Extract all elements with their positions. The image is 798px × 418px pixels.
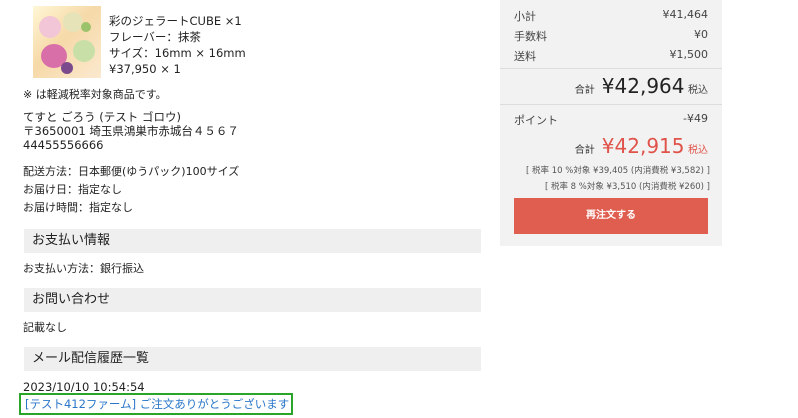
grand-total-row: 合計 ¥42,915 税込 — [514, 134, 708, 164]
mail-history-heading: メール配信履歴一覧 — [24, 347, 481, 371]
shipping-fee-label: 送料 — [514, 50, 536, 63]
grand-total-tax-included: 税込 — [688, 145, 708, 156]
mail-history-link[interactable]: [テスト412ファーム] ご注文ありがとうございます — [19, 393, 293, 415]
inquiry-body: 記載なし — [23, 321, 67, 334]
recipient-address: 〒3650001 埼玉県鴻巣市赤城台４５６７ — [23, 124, 239, 138]
product-name: 彩のジェラートCUBE ×1 — [109, 14, 242, 28]
product-flavor: フレーバー：抹茶 — [109, 30, 201, 44]
grand-total-value: ¥42,915 — [601, 134, 685, 158]
fee-value: ¥0 — [694, 28, 708, 41]
product-size: サイズ：16mm × 16mm — [109, 46, 246, 60]
gelato-scoop-image — [81, 22, 91, 32]
gelato-scoop-image — [73, 40, 95, 62]
fee-label: 手数料 — [514, 30, 547, 43]
product-thumbnail — [33, 6, 101, 78]
payment-section-heading: お支払い情報 — [24, 229, 481, 253]
subtotal-label: 小計 — [514, 10, 536, 23]
points-label: ポイント — [514, 114, 558, 127]
payment-method: お支払い方法：銀行振込 — [23, 262, 144, 275]
inquiry-section-heading: お問い合わせ — [24, 288, 481, 312]
reduced-tax-note: ※ は軽減税率対象商品です。 — [23, 88, 167, 101]
total-row: 合計 ¥42,964 税込 — [514, 72, 708, 102]
subtotal-value: ¥41,464 — [662, 8, 709, 21]
grand-total-label: 合計 — [574, 145, 595, 156]
total-value: ¥42,964 — [601, 74, 685, 98]
delivery-time: お届け時間：指定なし — [23, 201, 133, 214]
gelato-scoop-image — [39, 16, 61, 38]
product-price: ¥37,950 × 1 — [109, 62, 181, 76]
tax10-breakdown: [ 税率 10 %対象 ¥39,405 (内消費税 ¥3,582) ] — [526, 166, 710, 176]
total-label: 合計 — [574, 85, 595, 96]
total-tax-included: 税込 — [688, 85, 708, 96]
summary-divider — [500, 68, 722, 69]
points-value: -¥49 — [683, 112, 708, 125]
recipient-name: てすと ごろう (テスト ゴロウ) — [23, 110, 181, 124]
order-summary-panel: 小計 ¥41,464 手数料 ¥0 送料 ¥1,500 合計 ¥42,964 税… — [500, 0, 722, 246]
delivery-method: 配送方法：日本郵便(ゆうパック)100サイズ — [23, 165, 240, 178]
delivery-date: お届け日：指定なし — [23, 183, 122, 196]
gelato-scoop-image — [61, 62, 73, 74]
recipient-phone: 44455556666 — [23, 138, 104, 152]
summary-divider — [500, 104, 722, 105]
shipping-fee-value: ¥1,500 — [669, 48, 709, 61]
reorder-button[interactable]: 再注文する — [514, 198, 708, 234]
tax8-breakdown: [ 税率 8 %対象 ¥3,510 (内消費税 ¥260) ] — [544, 182, 710, 192]
mail-timestamp: 2023/10/10 10:54:54 — [23, 380, 145, 394]
gelato-scoop-image — [63, 12, 83, 32]
